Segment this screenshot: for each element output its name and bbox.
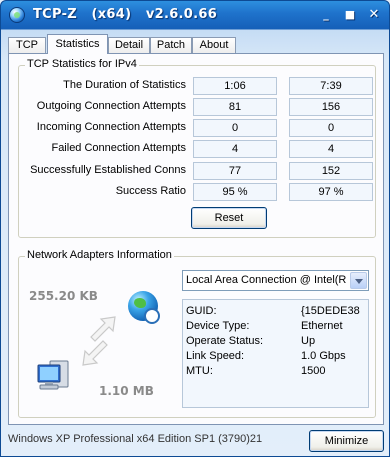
tcp-statistics-group-title: TCP Statistics for IPv4 <box>25 58 139 70</box>
info-key-mtu: MTU: <box>186 365 213 377</box>
stat-value-total: 0 <box>289 119 373 137</box>
stat-row-established: Successfully Established Conns 77 152 <box>19 162 375 180</box>
info-key-device-type: Device Type: <box>186 320 250 332</box>
minimize-button[interactable]: Minimize <box>309 430 384 452</box>
stat-label: Success Ratio <box>115 185 186 197</box>
stat-value-current: 81 <box>193 98 277 116</box>
close-window-button[interactable]: ✕ <box>367 8 381 22</box>
stat-value-total: 4 <box>289 140 373 158</box>
stat-label: Successfully Established Conns <box>30 164 186 176</box>
stat-label: Failed Connection Attempts <box>51 142 186 154</box>
stat-row-outgoing: Outgoing Connection Attempts 81 156 <box>19 98 375 116</box>
info-value-operate-status: Up <box>301 335 316 347</box>
stat-value-total: 7:39 <box>289 77 373 95</box>
adapter-select-value: Local Area Connection @ Intel(R <box>186 274 346 286</box>
info-key-guid: GUID: <box>186 305 217 317</box>
minimize-window-button[interactable]: _ <box>319 8 333 22</box>
stat-value-total: 152 <box>289 162 373 180</box>
stat-row-failed: Failed Connection Attempts 4 4 <box>19 140 375 158</box>
reset-button[interactable]: Reset <box>191 207 267 229</box>
statistics-panel: TCP Statistics for IPv4 The Duration of … <box>8 53 384 425</box>
adapter-info-box: GUID: {15DEDE38 Device Type: Ethernet Op… <box>182 299 369 408</box>
info-value-guid: {15DEDE38 <box>301 305 360 317</box>
app-icon <box>9 7 25 23</box>
computer-icon <box>37 360 69 390</box>
tab-detail[interactable]: Detail <box>108 37 150 54</box>
maximize-window-button[interactable]: ■ <box>343 8 357 22</box>
stat-value-current: 4 <box>193 140 277 158</box>
info-value-mtu: 1500 <box>301 365 326 377</box>
info-key-operate-status: Operate Status: <box>186 335 264 347</box>
adapter-select[interactable]: Local Area Connection @ Intel(R <box>182 270 369 291</box>
chevron-down-icon[interactable] <box>350 272 367 289</box>
app-window: TCP-Z (x64) v2.6.0.66 _ ■ ✕ TCP Statisti… <box>0 0 390 457</box>
tab-patch[interactable]: Patch <box>150 37 192 54</box>
network-adapters-group-title: Network Adapters Information <box>25 249 174 261</box>
stat-value-current: 1:06 <box>193 77 277 95</box>
tab-about[interactable]: About <box>192 37 236 54</box>
info-key-link-speed: Link Speed: <box>186 350 245 362</box>
stat-row-duration: The Duration of Statistics 1:06 7:39 <box>19 77 375 95</box>
stat-label: Outgoing Connection Attempts <box>36 100 186 112</box>
stat-value-current: 0 <box>193 119 277 137</box>
stat-row-success-ratio: Success Ratio 95 % 97 % <box>19 183 375 201</box>
tab-statistics[interactable]: Statistics <box>47 34 108 54</box>
tcp-statistics-group: TCP Statistics for IPv4 The Duration of … <box>18 58 376 238</box>
bytes-sent: 1.10 MB <box>99 384 154 398</box>
bytes-received: 255.20 KB <box>29 289 98 303</box>
info-value-device-type: Ethernet <box>301 320 343 332</box>
window-title: TCP-Z (x64) v2.6.0.66 <box>33 7 218 22</box>
stat-row-incoming: Incoming Connection Attempts 0 0 <box>19 119 375 137</box>
stat-value-current: 95 % <box>193 183 277 201</box>
tab-tcp[interactable]: TCP <box>8 37 46 54</box>
stat-value-total: 97 % <box>289 183 373 201</box>
transfer-arrows-icon <box>82 316 116 366</box>
network-adapters-group: Network Adapters Information 255.20 KB 1… <box>18 249 376 418</box>
info-value-link-speed: 1.0 Gbps <box>301 350 346 362</box>
os-status-text: Windows XP Professional x64 Edition SP1 … <box>8 433 263 445</box>
stat-value-total: 156 <box>289 98 373 116</box>
globe-icon <box>128 291 160 324</box>
stat-value-current: 77 <box>193 162 277 180</box>
stat-label: The Duration of Statistics <box>63 79 186 91</box>
title-bar[interactable]: TCP-Z (x64) v2.6.0.66 _ ■ ✕ <box>1 1 389 29</box>
stat-label: Incoming Connection Attempts <box>36 121 186 133</box>
